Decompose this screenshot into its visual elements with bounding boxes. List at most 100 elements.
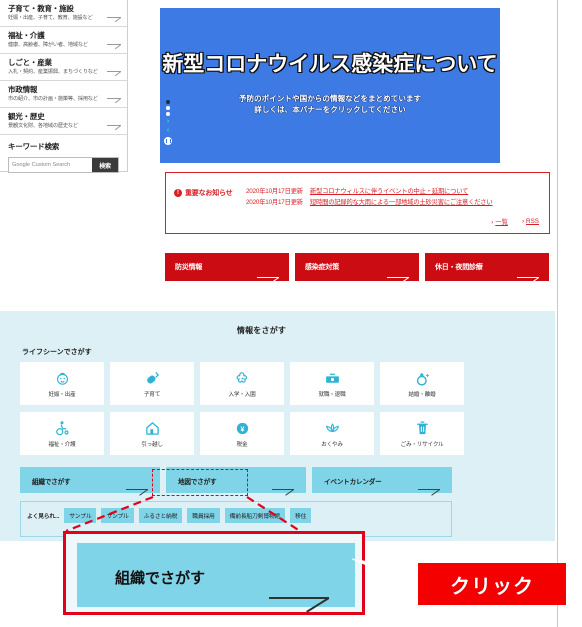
sidebar-item-title: 子育て・教育・施設	[8, 4, 74, 13]
chevron-left-icon[interactable]: ‹	[167, 127, 169, 134]
sidebar-item-title: しごと・産業	[8, 58, 52, 67]
tag-item[interactable]: サンプル	[101, 508, 134, 523]
diagonal-arrow-icon	[126, 482, 148, 490]
red-button-kansensho[interactable]: 感染症対策	[295, 253, 419, 281]
svg-text:¥: ¥	[240, 425, 244, 433]
diagonal-arrow-icon	[107, 92, 121, 99]
diagonal-arrow-icon	[107, 38, 121, 45]
lifescene-nyugaku[interactable]: 入学・入園	[200, 362, 284, 405]
lifescene-label: ごみ・リサイクル	[400, 442, 444, 448]
hero-banner[interactable]: 新型コロナウイルス感染症について 予防のポイントや国からの情報などをまとめていま…	[160, 8, 500, 163]
carousel-dot-2[interactable]	[166, 106, 170, 110]
yen-coin-icon: ¥	[234, 419, 251, 437]
search-button[interactable]: 検索	[92, 158, 118, 172]
diagonal-arrow-icon	[517, 269, 539, 278]
click-badge-label: クリック	[450, 575, 534, 598]
sidebar-item-title: 市政情報	[8, 85, 38, 94]
red-button-bosai[interactable]: 防災情報	[165, 253, 289, 281]
news-row: 2020年10月17日更新 短時間の記録的な大雨による一部地域の土砂災害にご注意…	[246, 197, 493, 208]
news-footer-links: › 一覧 › RSS	[491, 217, 539, 226]
magnified-callout: 組織でさがす	[63, 531, 365, 615]
lifescene-okuyami[interactable]: おくやみ	[290, 412, 374, 455]
callout-label: 組織でさがす	[115, 570, 206, 587]
trash-bin-icon	[415, 419, 430, 437]
red-button-kyujitsu[interactable]: 休日・夜間診療	[425, 253, 549, 281]
news-rss-label[interactable]: RSS	[526, 218, 539, 225]
lifescene-kosodate[interactable]: 子育て	[110, 362, 194, 405]
tag-item[interactable]: サンプル	[64, 508, 97, 523]
blue-button-chizu[interactable]: 地図でさがす	[166, 467, 306, 493]
sidebar-item-kanko[interactable]: 観光・歴史 景観文化財、各地域の歴史など	[0, 108, 127, 135]
tag-item[interactable]: 職員採用	[187, 508, 220, 523]
diagonal-arrow-icon	[272, 482, 294, 490]
diagonal-arrow-icon	[107, 11, 121, 18]
exclamation-icon: !	[174, 189, 182, 197]
lifescene-label: 就職・退職	[318, 392, 346, 398]
pause-icon[interactable]	[164, 137, 172, 145]
chevron-right-icon[interactable]: ›	[167, 118, 169, 125]
carousel-dot-1[interactable]	[166, 100, 170, 104]
click-badge: クリック	[418, 563, 566, 605]
sidebar-item-kosodate[interactable]: 子育て・教育・施設 妊娠・出産、子育て、教育、施設など	[0, 0, 127, 27]
red-button-label: 防災情報	[175, 264, 203, 271]
house-icon	[144, 419, 161, 437]
lifescene-gomi[interactable]: ごみ・リサイクル	[380, 412, 464, 455]
sidebar-item-shisei[interactable]: 市政情報 市の紹介、市の計画・施策等、採用など	[0, 81, 127, 108]
lifescene-label: 子育て	[143, 392, 161, 398]
news-list-all-label[interactable]: 一覧	[495, 219, 508, 226]
sidebar-item-fukushi[interactable]: 福祉・介護 健康、高齢者、障がい者、地域など	[0, 27, 127, 54]
red-button-row: 防災情報 感染症対策 休日・夜間診療	[165, 253, 549, 281]
news-row: 2020年10月17日更新 新型コロナウィルスに伴うイベントの中止・延期について	[246, 186, 493, 197]
keyword-search-row: Google Custom Search 検索	[8, 157, 119, 173]
sidebar: 子育て・教育・施設 妊娠・出産、子育て、教育、施設など 福祉・介護 健康、高齢者…	[0, 0, 128, 173]
lifescene-ninshin[interactable]: 妊娠・出産	[20, 362, 104, 405]
lifescene-row-1: 妊娠・出産 子育て 入学・入園 就職・退職 結婚・離婚	[20, 362, 464, 405]
lifescene-hikkoshi[interactable]: 引っ越し	[110, 412, 194, 455]
keyword-search-title: キーワード検索	[8, 142, 60, 151]
sidebar-item-shigoto[interactable]: しごと・産業 入札・契約、産業振興、まちづくりなど	[0, 54, 127, 81]
carousel-dot-3[interactable]	[166, 112, 170, 116]
blue-button-label: 地図でさがす	[178, 479, 217, 486]
panel-title: 情報をさがす	[236, 326, 287, 335]
blue-button-label: 組織でさがす	[32, 479, 71, 486]
tag-item[interactable]: 備前長船刀剣博物館	[224, 508, 286, 523]
lifescene-shushoku[interactable]: 就職・退職	[290, 362, 374, 405]
popular-tags-lead: よく見られ...	[27, 514, 60, 520]
ring-icon	[414, 369, 431, 387]
lotus-icon	[323, 419, 342, 437]
diagonal-arrow-icon	[107, 119, 121, 126]
news-link[interactable]: 短時間の記録的な大雨による一部地域の土砂災害にご注意ください	[310, 197, 493, 208]
hero-subtitle: 予防のポイントや国からの情報などをまとめています 詳しくは、本バナーをクリックし…	[160, 93, 500, 115]
chevron-right-icon: ›	[491, 219, 494, 226]
diagonal-arrow-icon	[107, 65, 121, 72]
news-rss-link[interactable]: › RSS	[522, 218, 539, 225]
blue-button-row: 組織でさがす 地図でさがす イベントカレンダー	[20, 467, 452, 493]
popular-tags-row: よく見られ... サンプル サンプル ふるさと納税 職員採用 備前長船刀剣博物館…	[27, 508, 312, 523]
callout-button-soshiki[interactable]: 組織でさがす	[77, 543, 355, 607]
blue-button-event-calendar[interactable]: イベントカレンダー	[312, 467, 452, 493]
page-root: 子育て・教育・施設 妊娠・出産、子育て、教育、施設など 福祉・介護 健康、高齢者…	[0, 0, 582, 627]
sidebar-item-title: 福祉・介護	[8, 31, 45, 40]
briefcase-icon	[324, 369, 341, 387]
search-input[interactable]: Google Custom Search	[9, 158, 92, 172]
news-list-all-link[interactable]: › 一覧	[491, 217, 508, 226]
lifescene-label: 結婚・離婚	[408, 392, 436, 398]
sidebar-item-subtitle: 健康、高齢者、障がい者、地域など	[8, 42, 88, 48]
lifescene-label: おくやみ	[321, 442, 343, 448]
lifescene-fukushi[interactable]: 福祉・介護	[20, 412, 104, 455]
news-date: 2020年10月17日更新	[246, 188, 303, 195]
hero-subtitle-line2: 詳しくは、本バナーをクリックしてください	[254, 105, 406, 114]
blue-button-soshiki[interactable]: 組織でさがす	[20, 467, 160, 493]
news-label: ! 重要なお知らせ	[174, 188, 233, 198]
news-link[interactable]: 新型コロナウィルスに伴うイベントの中止・延期について	[310, 186, 469, 197]
diagonal-arrow-icon	[269, 577, 329, 599]
lifescene-zeikin[interactable]: ¥ 税金	[200, 412, 284, 455]
tag-item[interactable]: 移住	[290, 508, 312, 523]
tag-item[interactable]: ふるさと納税	[138, 508, 183, 523]
lifescene-label: 福祉・介護	[48, 442, 76, 448]
lifescene-kekkon[interactable]: 結婚・離婚	[380, 362, 464, 405]
blue-button-label: イベントカレンダー	[324, 479, 382, 486]
news-alert-box: ! 重要なお知らせ 2020年10月17日更新 新型コロナウィルスに伴うイベント…	[165, 172, 550, 234]
cherry-blossom-icon	[234, 369, 251, 387]
sidebar-item-title: 観光・歴史	[8, 112, 45, 121]
